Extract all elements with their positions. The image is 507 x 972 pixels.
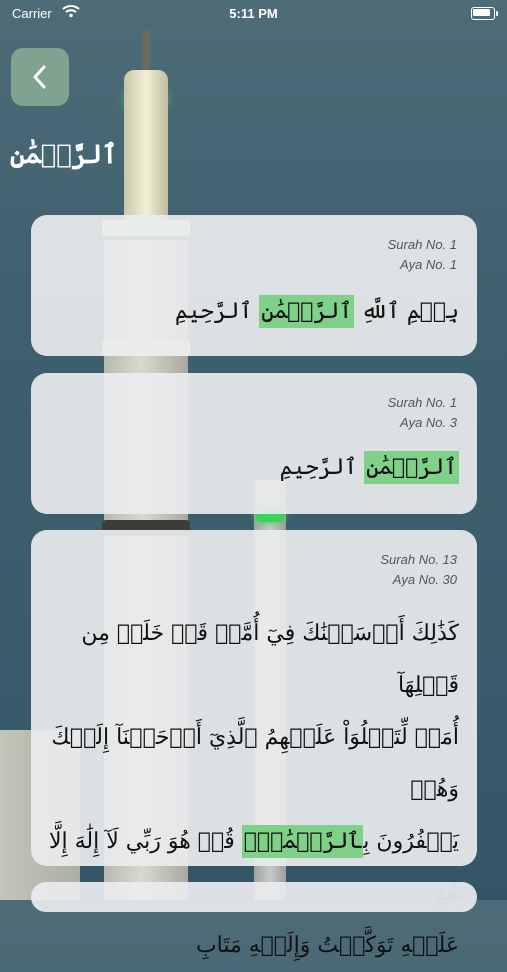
verse-card[interactable]: Surah No. 13 Aya No. 30 كَذَٰلِكَ أَرۡسَ…: [31, 530, 477, 958]
page-title: ٱلرَّحۡمَٰنِ: [10, 140, 118, 170]
verse-card[interactable]: Surah No. 1 Aya No. 1 بِسۡمِ ٱللَّهِ ٱلر…: [31, 215, 477, 356]
verse-card[interactable]: Surah No. 1 Aya No. 3 ٱلرَّحۡمَٰنِ ٱلرَّ…: [31, 373, 477, 514]
highlighted-match: ٱلرَّحۡمَٰنِ: [259, 295, 355, 328]
verse-text: ٱلرَّحۡمَٰنِ ٱلرَّحِيمِ: [280, 451, 459, 484]
battery-icon: [471, 7, 498, 20]
aya-number: Aya No. 3: [400, 415, 457, 430]
aya-number: Aya No. 1: [400, 257, 457, 272]
status-bar: Carrier 5:11 PM: [0, 0, 507, 28]
surah-number: Surah No. 1: [387, 395, 457, 410]
chevron-left-icon: [33, 65, 46, 89]
clock: 5:11 PM: [229, 6, 278, 21]
highlighted-match: ٱلرَّحۡمَٰنِ: [364, 451, 459, 484]
back-button[interactable]: [11, 48, 69, 106]
verse-text: كَذَٰلِكَ أَرۡسَلۡنَٰكَ فِيٓ أُمَّةٖ قَد…: [48, 621, 459, 958]
surah-number: Surah No. 1: [387, 237, 457, 252]
verse-text: بِسۡمِ ٱللَّهِ ٱلرَّحۡمَٰنِ ٱلرَّحِيمِ: [175, 295, 459, 328]
verse-card-partial[interactable]: [31, 882, 477, 912]
highlighted-match: ٱلرَّحۡمَٰنِۚ: [241, 825, 364, 858]
surah-number: Surah No. 13: [380, 552, 457, 567]
aya-number: Aya No. 30: [392, 572, 457, 587]
